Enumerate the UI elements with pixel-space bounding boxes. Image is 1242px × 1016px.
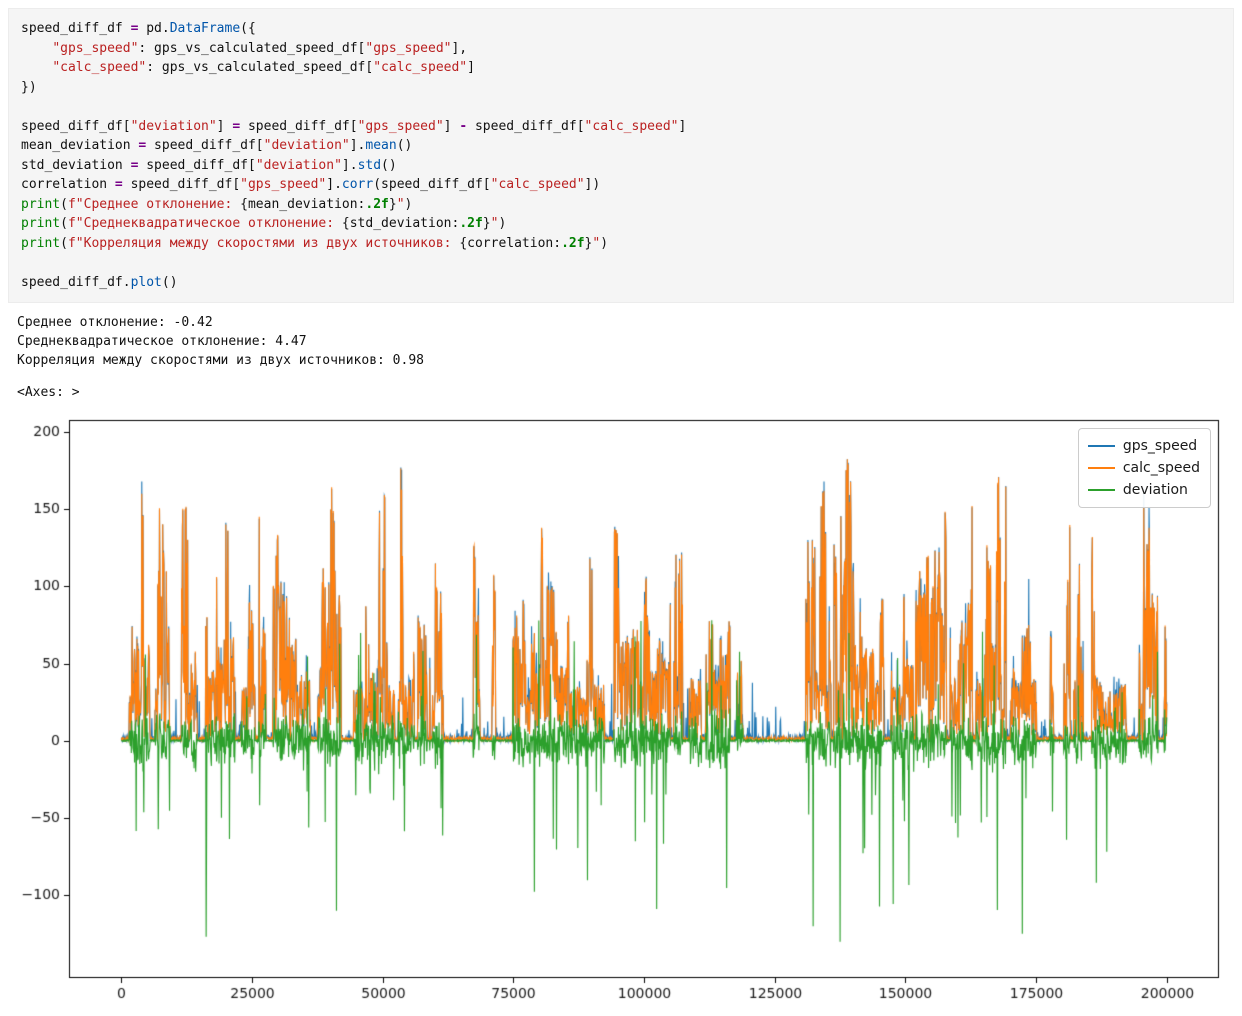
chart-canvas	[14, 408, 1230, 1016]
legend-line-swatch	[1087, 445, 1115, 447]
code-lines: speed_diff_df = pd.DataFrame({ "gps_spee…	[21, 21, 687, 290]
figure-output: gps_speed calc_speed deviation	[14, 408, 1230, 1016]
legend-line-swatch	[1087, 467, 1115, 469]
legend-item: calc_speed	[1087, 457, 1200, 479]
output-area: Среднее отклонение: -0.42 Среднеквадратич…	[17, 313, 1234, 402]
notebook-page: speed_diff_df = pd.DataFrame({ "gps_spee…	[0, 0, 1242, 1016]
legend-label: deviation	[1122, 482, 1188, 498]
stdout-lines: Среднее отклонение: -0.42 Среднеквадратич…	[17, 315, 424, 368]
chart-legend: gps_speed calc_speed deviation	[1077, 428, 1211, 508]
axes-repr: <Axes: >	[17, 385, 80, 400]
legend-label: calc_speed	[1122, 460, 1200, 476]
legend-item: deviation	[1087, 479, 1200, 501]
legend-line-swatch	[1087, 489, 1115, 491]
legend-item: gps_speed	[1087, 435, 1200, 457]
code-cell[interactable]: speed_diff_df = pd.DataFrame({ "gps_spee…	[8, 8, 1234, 303]
legend-label: gps_speed	[1122, 438, 1198, 454]
